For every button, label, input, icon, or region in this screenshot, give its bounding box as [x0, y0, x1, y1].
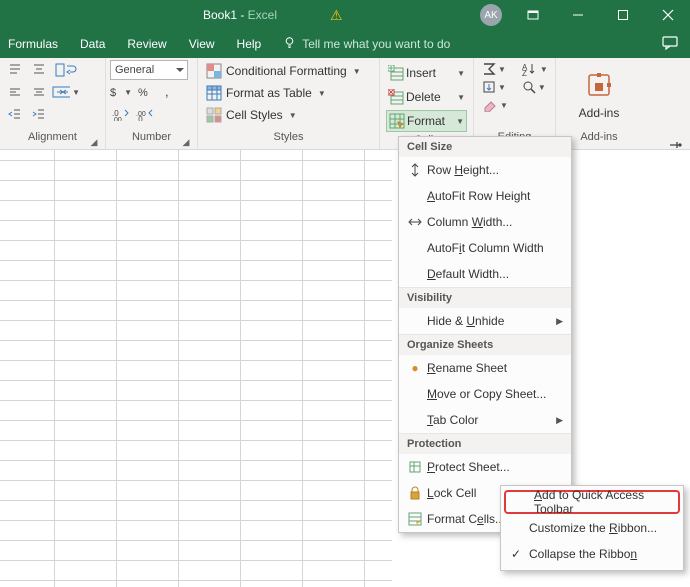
- warning-icon: ⚠: [330, 7, 343, 24]
- tab-review[interactable]: Review: [127, 37, 166, 51]
- lightbulb-icon: [283, 36, 296, 52]
- menu-move-copy-sheet[interactable]: Move or Copy Sheet...: [399, 381, 571, 407]
- autosum-icon[interactable]: ▼: [482, 62, 506, 76]
- delete-cells-button[interactable]: Delete▼: [386, 86, 467, 108]
- increase-indent-icon[interactable]: [28, 104, 50, 124]
- menu-tab-color[interactable]: Tab Color ▶: [399, 407, 571, 433]
- protect-sheet-icon: [405, 460, 425, 474]
- user-avatar[interactable]: AK: [480, 4, 502, 26]
- menu-row-height[interactable]: Row Height...: [399, 157, 571, 183]
- close-button[interactable]: [645, 0, 690, 30]
- merge-center-icon[interactable]: ▼: [52, 82, 80, 102]
- svg-text:Z: Z: [522, 69, 527, 76]
- window-title: Book1 - Excel: [0, 8, 480, 22]
- comments-icon[interactable]: [662, 36, 678, 53]
- accounting-format-icon[interactable]: $▼: [110, 82, 132, 102]
- rename-icon: ●: [405, 361, 425, 375]
- align-center-icon[interactable]: [28, 82, 50, 102]
- wrap-text-icon[interactable]: [52, 60, 80, 80]
- menu-section-visibility: Visibility: [399, 287, 571, 308]
- group-styles: Conditional Formatting▼ Format as Table▼…: [198, 58, 380, 149]
- insert-cells-button[interactable]: Insert▼: [386, 62, 467, 84]
- pin-ribbon-icon[interactable]: [668, 138, 682, 155]
- submenu-arrow-icon: ▶: [556, 316, 563, 327]
- format-dropdown-menu: Cell Size Row Height... AutoFit Row Heig…: [398, 136, 572, 533]
- svg-text:%: %: [138, 87, 148, 99]
- align-middle-icon[interactable]: [28, 60, 50, 80]
- app-name: Excel: [248, 8, 277, 22]
- context-customize-ribbon[interactable]: Customize the Ribbon...: [501, 515, 683, 541]
- format-cells-icon: [405, 512, 425, 526]
- svg-text:.00: .00: [112, 117, 122, 121]
- title-controls: AK: [480, 0, 690, 30]
- addins-icon[interactable]: [585, 71, 613, 102]
- menu-section-protection: Protection: [399, 433, 571, 454]
- svg-text:,: ,: [165, 85, 169, 99]
- decrease-decimal-icon[interactable]: .00.0: [134, 104, 156, 124]
- increase-decimal-icon[interactable]: .0.00: [110, 104, 132, 124]
- align-left-icon[interactable]: [4, 82, 26, 102]
- fill-icon[interactable]: ▼: [482, 80, 506, 94]
- clear-icon[interactable]: ▼: [482, 98, 508, 112]
- row-height-icon: [405, 163, 425, 177]
- number-format-combo[interactable]: General: [110, 60, 188, 80]
- lock-icon: [405, 486, 425, 500]
- context-menu: Add to Quick Access Toolbar Customize th…: [500, 485, 684, 571]
- document-name: Book1: [203, 8, 237, 22]
- group-alignment: ▼ Alignment◢: [0, 58, 106, 149]
- sort-filter-icon[interactable]: AZ▼: [522, 62, 548, 76]
- group-number: General $▼ % , .0.00 .00.0 Number◢: [106, 58, 198, 149]
- submenu-arrow-icon: ▶: [556, 415, 563, 426]
- alignment-launcher-icon[interactable]: ◢: [89, 137, 99, 147]
- menu-section-organize: Organize Sheets: [399, 334, 571, 355]
- align-top-icon[interactable]: [4, 60, 26, 80]
- ribbon: ▼ Alignment◢ General $▼ % , .0.00 .00.0 …: [0, 58, 690, 150]
- column-width-icon: [405, 215, 425, 229]
- check-icon: ✓: [507, 547, 525, 561]
- menu-autofit-column-width[interactable]: AutoFit Column Width: [399, 235, 571, 261]
- find-select-icon[interactable]: ▼: [522, 80, 546, 94]
- minimize-button[interactable]: [555, 0, 600, 30]
- format-as-table-button[interactable]: Format as Table▼: [202, 82, 375, 104]
- number-launcher-icon[interactable]: ◢: [181, 137, 191, 147]
- title-bar: Book1 - Excel ⚠ AK: [0, 0, 690, 30]
- conditional-formatting-button[interactable]: Conditional Formatting▼: [202, 60, 375, 82]
- comma-format-icon[interactable]: ,: [158, 82, 180, 102]
- svg-text:$: $: [110, 87, 116, 99]
- maximize-button[interactable]: [600, 0, 645, 30]
- percent-format-icon[interactable]: %: [134, 82, 156, 102]
- menu-column-width[interactable]: Column Width...: [399, 209, 571, 235]
- svg-text:.0: .0: [136, 115, 143, 121]
- menu-rename-sheet[interactable]: ● Rename Sheet: [399, 355, 571, 381]
- menu-protect-sheet[interactable]: Protect Sheet...: [399, 454, 571, 480]
- tab-data[interactable]: Data: [80, 37, 105, 51]
- format-cells-button[interactable]: Format▼: [386, 110, 467, 132]
- menu-section-cell-size: Cell Size: [399, 137, 571, 157]
- menu-hide-unhide[interactable]: Hide & Unhide ▶: [399, 308, 571, 334]
- context-collapse-ribbon[interactable]: ✓ Collapse the Ribbon: [501, 541, 683, 567]
- addins-label[interactable]: Add-ins: [579, 106, 620, 120]
- tell-me-search[interactable]: Tell me what you want to do: [283, 36, 450, 52]
- ribbon-display-options-button[interactable]: [510, 0, 555, 30]
- context-add-to-qat[interactable]: Add to Quick Access Toolbar: [504, 490, 680, 514]
- cell-styles-button[interactable]: Cell Styles▼: [202, 104, 375, 126]
- tab-view[interactable]: View: [189, 37, 215, 51]
- tab-formulas[interactable]: Formulas: [8, 37, 58, 51]
- ribbon-tabs: Formulas Data Review View Help Tell me w…: [0, 30, 690, 58]
- tab-help[interactable]: Help: [237, 37, 262, 51]
- menu-default-width[interactable]: Default Width...: [399, 261, 571, 287]
- decrease-indent-icon[interactable]: [4, 104, 26, 124]
- menu-autofit-row-height[interactable]: AutoFit Row Height: [399, 183, 571, 209]
